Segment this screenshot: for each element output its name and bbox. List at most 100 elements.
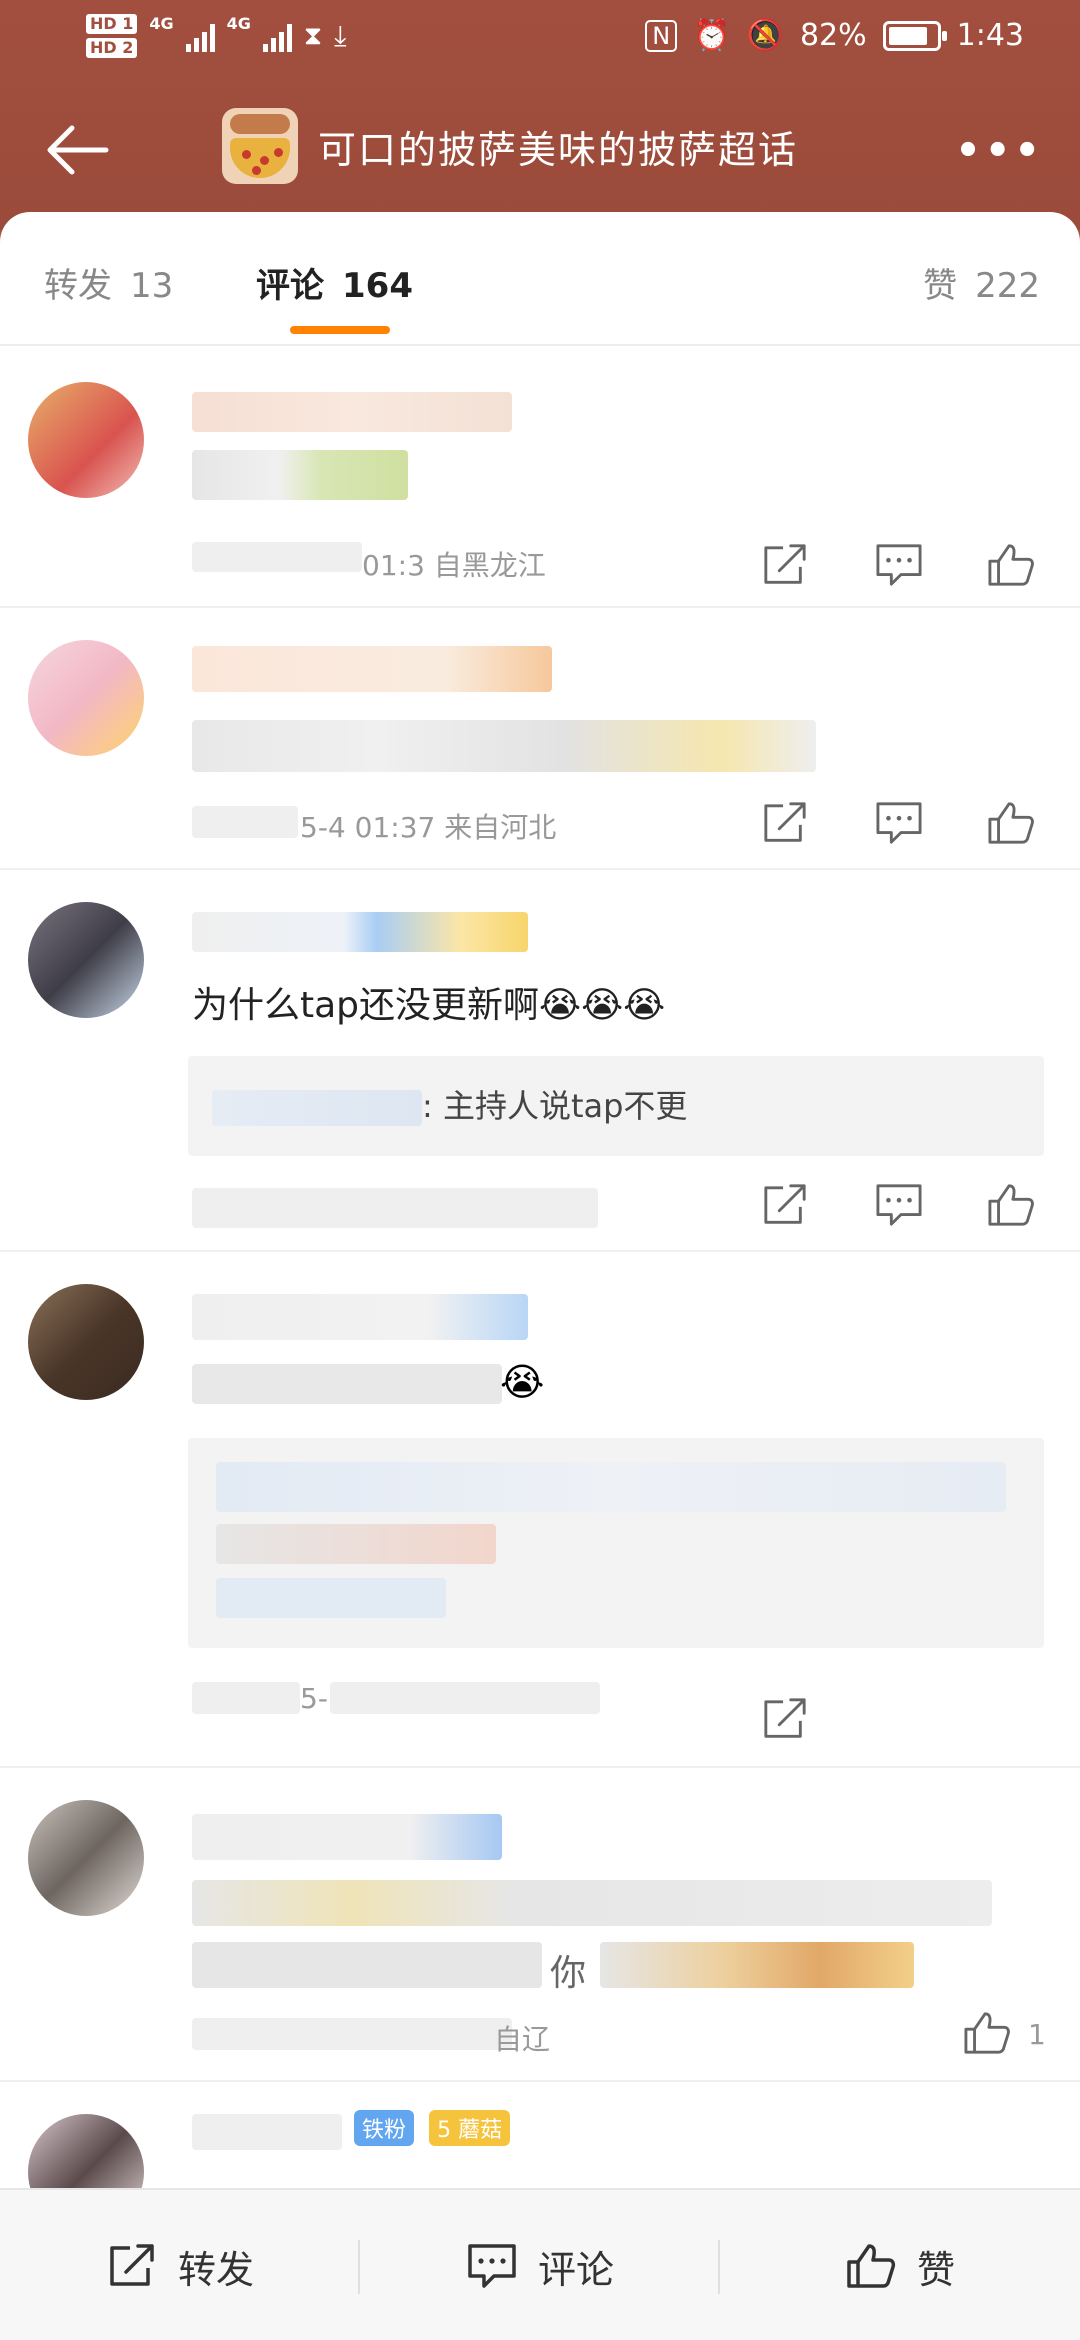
back-button[interactable] xyxy=(42,120,112,180)
tab-likes[interactable]: 赞 222 xyxy=(923,258,1040,307)
tab-repost[interactable]: 转发 13 xyxy=(44,258,173,307)
tab-repost-label: 转发 xyxy=(44,266,112,306)
network-label-1: 4G xyxy=(149,14,174,33)
repost-comment-button[interactable] xyxy=(760,542,810,588)
thumbs-up-icon xyxy=(964,2012,1010,2054)
page-title: 可口的披萨美味的披萨超话 xyxy=(318,127,799,172)
reply-button[interactable] xyxy=(874,1182,924,1228)
reply-icon xyxy=(876,544,922,586)
comment-meta: 自辽 xyxy=(494,2023,551,2056)
repost-comment-button[interactable] xyxy=(760,1696,810,1742)
comment-button[interactable]: 评论 xyxy=(360,2190,720,2340)
battery-icon xyxy=(882,20,947,51)
more-options-button[interactable]: ••• xyxy=(955,128,1044,174)
reply-button[interactable] xyxy=(874,800,924,846)
share-icon xyxy=(764,802,806,842)
comment-text: 为什么tap还没更新啊😭😭😭 xyxy=(192,985,666,1026)
title-group[interactable]: 可口的披萨美味的披萨超话 xyxy=(222,108,798,184)
meta-redacted xyxy=(192,1188,598,1228)
username-redacted[interactable] xyxy=(192,392,512,432)
username-redacted[interactable] xyxy=(192,1294,528,1340)
hourglass-icon: ⧗ xyxy=(303,20,323,51)
tab-comments-count: 164 xyxy=(342,266,413,306)
like-button[interactable]: 赞 xyxy=(720,2190,1080,2340)
avatar[interactable] xyxy=(28,640,144,756)
level-badge: 5 蘑菇 xyxy=(429,2110,511,2146)
tab-comments-label: 评论 xyxy=(256,266,324,306)
tab-repost-count: 13 xyxy=(130,266,174,306)
back-arrow-icon xyxy=(47,125,109,175)
avatar[interactable] xyxy=(28,1800,144,1916)
tab-bar: 转发 13 评论 164 赞 222 xyxy=(0,212,1080,346)
fan-badge: 铁粉 xyxy=(354,2110,415,2146)
share-icon xyxy=(764,1698,806,1738)
comment-label: 评论 xyxy=(537,2247,614,2292)
username-redacted[interactable] xyxy=(192,1814,502,1860)
status-right: N ⏰ 🔕 82% 1:43 xyxy=(645,18,1024,53)
quote-author-redacted[interactable] xyxy=(212,1090,422,1126)
comment-icon xyxy=(468,2244,516,2288)
tab-comments[interactable]: 评论 164 xyxy=(256,258,413,307)
comment-item: 铁粉 5 蘑菇 xyxy=(0,2084,1080,2230)
comment-text-fragment: 你 xyxy=(550,1953,587,1994)
like-comment-button[interactable] xyxy=(986,1182,1036,1228)
username-redacted[interactable] xyxy=(192,912,528,952)
comment-text-redacted xyxy=(192,450,408,500)
avatar[interactable] xyxy=(28,1284,144,1400)
thumbs-up-icon xyxy=(847,2244,896,2288)
crying-emoji-icon: 😭 xyxy=(500,1360,545,1404)
username-redacted[interactable] xyxy=(192,2114,342,2150)
meta-redacted xyxy=(192,806,298,838)
username-redacted[interactable] xyxy=(192,646,552,692)
badge-group: 铁粉 5 蘑菇 xyxy=(344,2110,511,2146)
avatar[interactable] xyxy=(28,382,144,498)
clock: 1:43 xyxy=(956,18,1024,53)
thumbs-up-icon xyxy=(988,544,1034,586)
comment-item: 你 自辽 xyxy=(0,1770,1080,2082)
reply-quote[interactable] xyxy=(188,1438,1044,1648)
nav-bar: 可口的披萨美味的披萨超话 ••• xyxy=(0,100,1080,200)
comment-text-redacted xyxy=(192,1880,992,1926)
comment-meta: 01:3 自黑龙江 xyxy=(362,549,546,582)
repost-button[interactable]: 转发 xyxy=(0,2190,360,2340)
content-card: 转发 13 评论 164 赞 222 01:3 自黑龙江 5-4 01:37 来自河北… xyxy=(0,212,1080,2340)
mute-icon: 🔕 xyxy=(746,18,784,53)
hd1-badge: HD 1 xyxy=(86,14,138,34)
network-label-2: 4G xyxy=(226,14,251,33)
alarm-icon: ⏰ xyxy=(693,18,731,53)
comment-item: 😭 5- xyxy=(0,1254,1080,1768)
share-icon xyxy=(110,2244,154,2286)
battery-percent: 82% xyxy=(799,18,867,53)
tab-indicator xyxy=(290,326,390,334)
like-count: 1 xyxy=(1028,2018,1046,2051)
comment-meta: 5-4 01:37 来自河北 xyxy=(300,811,557,844)
like-label: 赞 xyxy=(916,2247,955,2292)
repost-label: 转发 xyxy=(177,2247,254,2292)
tab-likes-count: 222 xyxy=(975,266,1040,306)
repost-comment-button[interactable] xyxy=(760,800,810,846)
battery-fill xyxy=(888,26,927,45)
signal-icon xyxy=(262,20,292,52)
bottom-action-bar: 转发 评论 赞 xyxy=(0,2188,1080,2340)
like-comment-button[interactable] xyxy=(986,542,1036,588)
share-icon xyxy=(764,544,806,584)
hd2-badge: HD 2 xyxy=(86,38,138,58)
repost-comment-button[interactable] xyxy=(760,1182,810,1228)
reply-icon xyxy=(876,1184,922,1226)
reply-icon xyxy=(876,802,922,844)
thumbs-up-icon xyxy=(988,802,1034,844)
meta-redacted xyxy=(192,542,362,572)
like-comment-button[interactable] xyxy=(962,2010,1012,2056)
header: HD 1 HD 2 4G 4G ⧗ ⤓ N ⏰ 🔕 82% 1:43 可口的披萨… xyxy=(0,0,1080,230)
comment-text-redacted xyxy=(192,1364,502,1404)
signal-icon xyxy=(185,20,215,52)
avatar[interactable] xyxy=(28,902,144,1018)
reply-quote[interactable]: : 主持人说tap不更 xyxy=(188,1056,1044,1156)
comment-meta: 5- xyxy=(300,1682,328,1715)
pizza-icon xyxy=(222,108,298,184)
meta-redacted xyxy=(192,1682,300,1714)
like-comment-button[interactable] xyxy=(986,800,1036,846)
status-bar: HD 1 HD 2 4G 4G ⧗ ⤓ N ⏰ 🔕 82% 1:43 xyxy=(0,0,1080,80)
reply-button[interactable] xyxy=(874,542,924,588)
status-left: HD 1 HD 2 4G 4G ⧗ ⤓ xyxy=(86,14,347,58)
